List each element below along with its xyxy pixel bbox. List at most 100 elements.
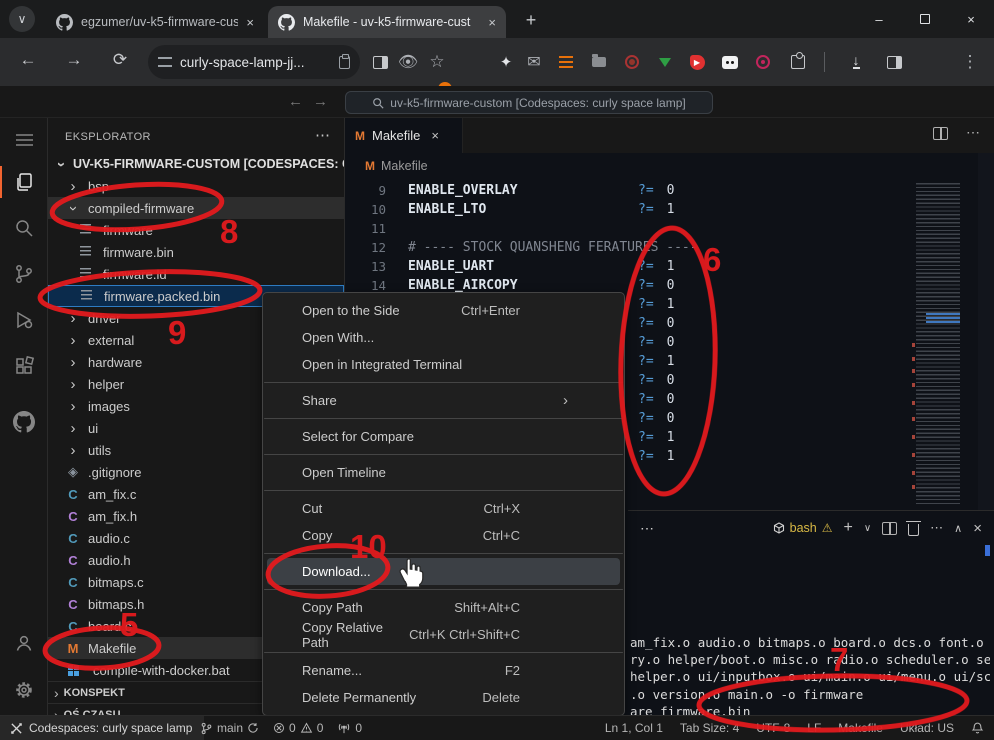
vscode-back-icon[interactable]: ← — [288, 93, 303, 110]
accounts-icon[interactable] — [0, 623, 48, 663]
encoding[interactable]: UTF-8 — [756, 721, 790, 735]
close-panel-icon[interactable]: × — [973, 520, 982, 537]
context-menu-item[interactable]: Copy Relative Path Ctrl+K Ctrl+Shift+C — [267, 621, 620, 648]
problems-indicator[interactable]: 0 0 — [273, 721, 323, 735]
sidebar-item-run-debug[interactable] — [0, 300, 48, 340]
context-menu-item[interactable] — [264, 382, 623, 383]
vscode-forward-icon[interactable]: → — [313, 93, 328, 110]
editor-tab-makefile[interactable]: M Makefile × — [345, 118, 463, 153]
new-terminal-icon[interactable]: + — [844, 519, 853, 537]
terminal-tab-bash[interactable]: bash ⚠ — [773, 521, 833, 535]
split-terminal-icon[interactable] — [882, 522, 897, 535]
site-settings-icon[interactable] — [158, 57, 172, 67]
eye-off-icon[interactable]: 👁 — [398, 52, 418, 72]
sidebar-item-explorer[interactable] — [0, 162, 48, 202]
terminal-output[interactable]: am_fix.o audio.o bitmaps.o board.o dcs.o… — [630, 548, 990, 740]
mail-icon[interactable]: ✉ — [524, 52, 544, 72]
address-text[interactable]: curly-space-lamp-jj... — [180, 55, 331, 70]
terminal-dropdown-icon[interactable]: ∨ — [864, 523, 871, 534]
sidebar-item-extensions[interactable] — [0, 346, 48, 386]
downloads-icon[interactable]: ↓ — [846, 52, 866, 72]
browser-tab-inactive[interactable]: egzumer/uv-k5-firmware-custo × — [46, 6, 264, 38]
sidebar-toggle-icon[interactable] — [884, 52, 904, 72]
browser-tab-active[interactable]: Makefile - uv-k5-firmware-cust × — [268, 6, 506, 38]
line-number: 10 — [345, 202, 408, 217]
breadcrumb[interactable]: M Makefile — [365, 153, 428, 179]
context-menu-item[interactable]: Delete Permanently Delete — [267, 684, 620, 711]
browser-menu-icon[interactable]: ⋮ — [960, 52, 980, 72]
panel-more-icon[interactable]: ⋯ — [640, 520, 654, 537]
keyboard-layout[interactable]: Układ: US — [900, 721, 954, 735]
context-menu-item[interactable]: Open to the Side Ctrl+Enter — [267, 297, 620, 324]
maximize-button[interactable] — [902, 0, 948, 38]
extensions-puzzle-icon[interactable] — [788, 52, 808, 72]
download-arrow-icon[interactable] — [655, 52, 675, 72]
install-app-icon[interactable] — [370, 52, 390, 72]
context-menu-item[interactable] — [264, 589, 623, 590]
sidebar-item-source-control[interactable] — [0, 254, 48, 294]
split-editor-icon[interactable] — [933, 127, 948, 140]
close-button[interactable]: × — [948, 0, 994, 38]
screen-record-icon[interactable] — [622, 52, 642, 72]
folder-extension-icon[interactable] — [589, 52, 609, 72]
settings-gear-icon[interactable] — [0, 670, 48, 710]
list-extension-icon[interactable] — [556, 52, 576, 72]
menu-hamburger-icon[interactable] — [0, 120, 48, 160]
context-menu-item[interactable] — [264, 418, 623, 419]
reload-icon[interactable]: ⟳ — [108, 50, 132, 70]
sidebar-item-github[interactable] — [0, 402, 48, 442]
tab-close-icon[interactable]: × — [246, 15, 254, 30]
terminal-more-icon[interactable]: ⋯ — [930, 520, 943, 536]
tab-search-button[interactable]: ∨ — [9, 6, 35, 32]
context-menu-item[interactable] — [264, 454, 623, 455]
context-menu-item[interactable]: Copy Ctrl+C — [267, 522, 620, 549]
sidebar-item-search[interactable] — [0, 208, 48, 248]
command-center-search[interactable]: uv-k5-firmware-custom [Codespaces: curly… — [345, 91, 713, 114]
context-menu-item[interactable] — [264, 490, 623, 491]
editor-more-icon[interactable]: ⋯ — [966, 124, 980, 141]
record-circle-icon[interactable] — [753, 52, 773, 72]
tab-size[interactable]: Tab Size: 4 — [680, 721, 739, 735]
terminal-scrollbar[interactable] — [985, 545, 990, 556]
forward-icon[interactable]: → — [62, 50, 86, 70]
context-menu-item[interactable]: Rename... F2 — [267, 657, 620, 684]
minimap[interactable] — [912, 183, 974, 505]
tree-item[interactable]: firmware — [48, 219, 344, 241]
video-shield-icon[interactable]: ▶ — [687, 52, 707, 72]
explorer-more-icon[interactable]: ⋯ — [315, 126, 330, 144]
ports-indicator[interactable]: 0 — [337, 721, 362, 735]
tree-item[interactable]: bsp — [48, 175, 344, 197]
context-menu-item[interactable] — [264, 553, 623, 554]
context-menu-item[interactable]: Open in Integrated Terminal — [267, 351, 620, 378]
context-menu-item[interactable]: Copy Path Shift+Alt+C — [267, 594, 620, 621]
context-menu-item[interactable]: Cut Ctrl+X — [267, 495, 620, 522]
context-menu-item[interactable]: Open Timeline — [267, 459, 620, 486]
context-menu-item[interactable] — [264, 652, 623, 653]
spark-icon[interactable]: ✦ — [496, 52, 516, 72]
maximize-panel-icon[interactable]: ∧ — [954, 522, 962, 535]
bot-icon[interactable] — [720, 52, 740, 72]
cursor-position[interactable]: Ln 1, Col 1 — [605, 721, 663, 735]
clipboard-icon[interactable] — [339, 56, 350, 69]
tree-item[interactable]: firmware.bin — [48, 241, 344, 263]
minimize-button[interactable]: – — [856, 0, 902, 38]
context-menu-item[interactable]: Download... — [267, 558, 620, 585]
branch-indicator[interactable]: main — [200, 721, 259, 735]
context-menu-item[interactable]: Select for Compare — [267, 423, 620, 450]
explorer-root-folder[interactable]: UV-K5-FIRMWARE-CUSTOM [CODESPACES: CURLY… — [48, 153, 344, 175]
bell-icon[interactable] — [971, 721, 984, 735]
context-menu-item[interactable]: Share › — [267, 387, 620, 414]
new-tab-button[interactable]: + — [518, 7, 544, 33]
tree-item[interactable]: compiled-firmware — [48, 197, 344, 219]
remote-indicator[interactable]: Codespaces: curly space lamp — [0, 716, 204, 740]
eol[interactable]: LF — [807, 721, 821, 735]
tab-close-icon[interactable]: × — [488, 15, 496, 30]
bookmark-star-icon[interactable]: ☆ — [427, 52, 447, 72]
kill-terminal-icon[interactable] — [908, 524, 919, 536]
tree-item[interactable]: firmware.ld — [48, 263, 344, 285]
address-bar[interactable]: curly-space-lamp-jj... — [148, 45, 360, 79]
context-menu-item[interactable]: Open With... — [267, 324, 620, 351]
tab-close-icon[interactable]: × — [431, 128, 439, 143]
back-icon[interactable]: ← — [16, 50, 40, 70]
language-mode[interactable]: Makefile — [838, 721, 883, 735]
